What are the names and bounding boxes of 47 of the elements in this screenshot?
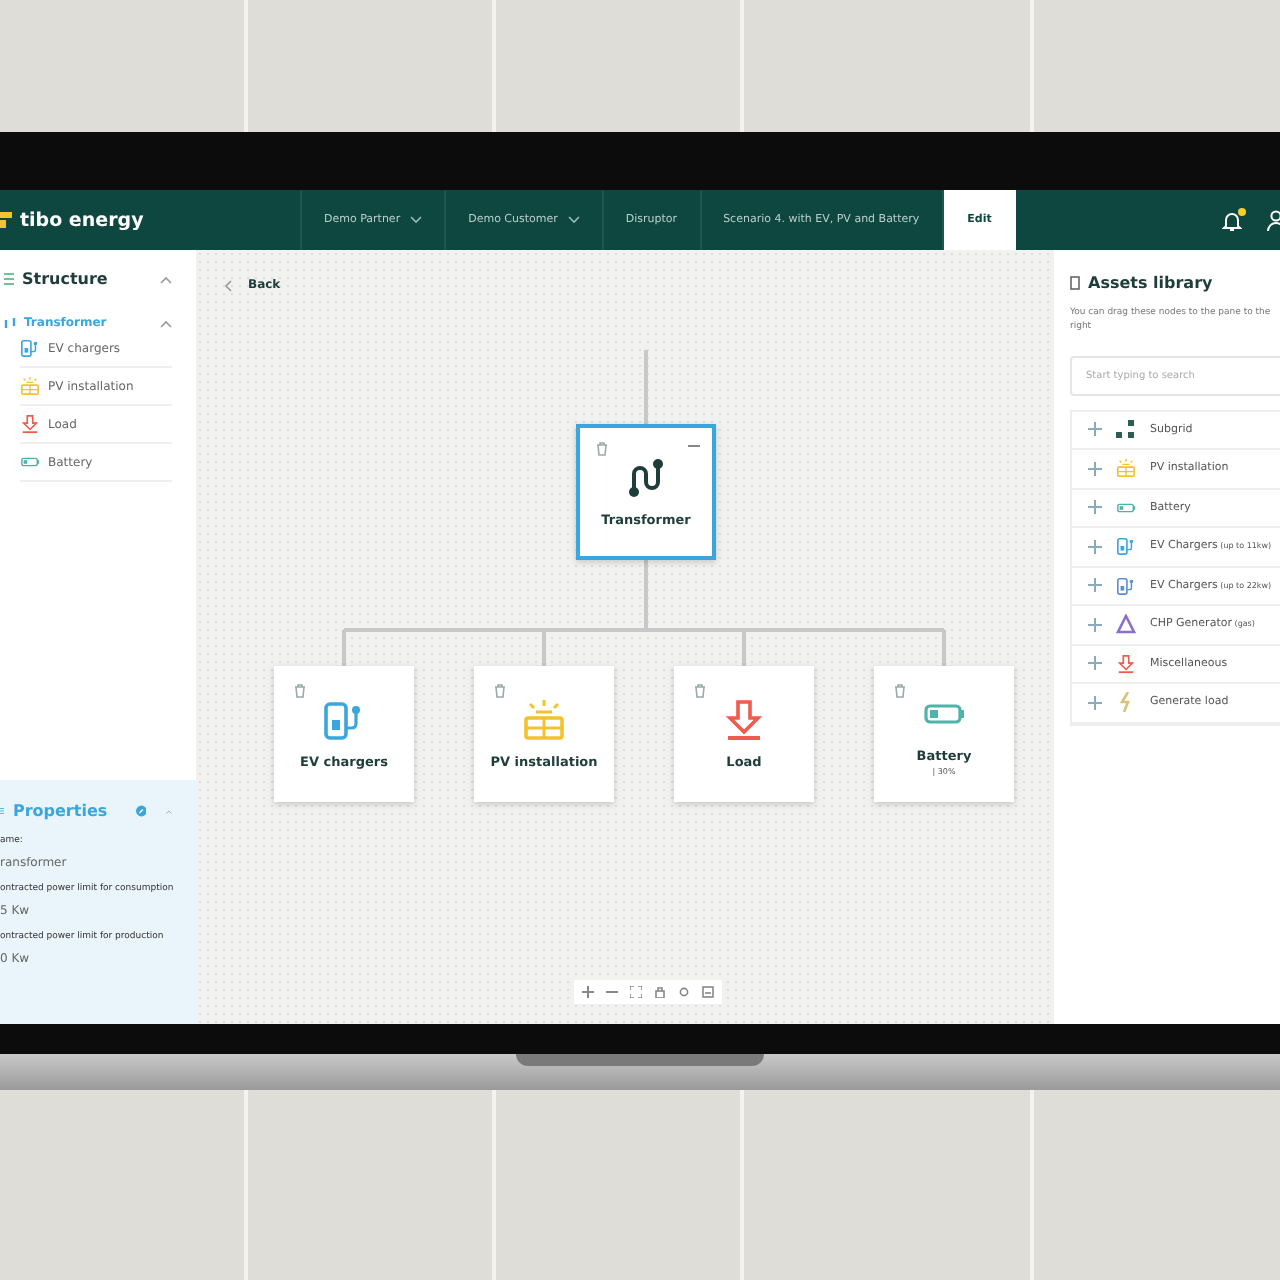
solar-panel-icon — [522, 698, 566, 742]
download-arrow-icon — [722, 698, 766, 742]
ev-charger-icon — [1116, 536, 1136, 557]
logo-icon — [0, 212, 12, 228]
solar-panel-icon — [1116, 458, 1136, 479]
minus-icon[interactable] — [688, 444, 700, 448]
edit-icon[interactable] — [135, 800, 147, 822]
drag-handle-icon[interactable] — [1088, 695, 1102, 710]
drag-handle-icon[interactable] — [1088, 461, 1102, 476]
save-icon[interactable] — [702, 986, 714, 998]
zoom-in-icon[interactable] — [582, 986, 594, 998]
section-title: Properties — [12, 802, 108, 820]
notification-bell-icon[interactable] — [1222, 209, 1242, 231]
trash-icon[interactable] — [894, 684, 906, 698]
connector-line — [644, 350, 648, 424]
solar-panel-icon — [20, 376, 40, 396]
lock-icon[interactable] — [654, 986, 666, 998]
caret-up-icon[interactable] — [160, 319, 172, 327]
back-chevron-icon[interactable] — [224, 279, 232, 291]
trash-icon[interactable] — [596, 442, 608, 456]
section-title: Structure — [22, 270, 108, 288]
download-arrow-icon — [20, 414, 40, 434]
fit-view-icon[interactable] — [630, 986, 642, 998]
drag-handle-icon[interactable] — [1088, 422, 1102, 437]
ev-charger-icon — [1116, 575, 1136, 596]
battery-icon — [20, 452, 40, 472]
ev-charger-icon — [20, 338, 40, 358]
drag-handle-icon[interactable] — [1088, 617, 1102, 632]
center-icon[interactable] — [678, 986, 690, 998]
trash-icon[interactable] — [694, 684, 706, 698]
download-arrow-icon — [1116, 653, 1136, 674]
section-title: Assets library — [1088, 274, 1213, 292]
trash-icon[interactable] — [494, 684, 506, 698]
zoom-out-icon[interactable] — [606, 986, 618, 998]
bolt-icon — [1116, 692, 1136, 713]
grid-nodes-icon — [1116, 419, 1136, 440]
ev-charger-icon — [322, 698, 366, 742]
drag-handle-icon[interactable] — [1088, 539, 1102, 554]
generator-icon — [1116, 614, 1136, 635]
drag-handle-icon[interactable] — [1088, 656, 1102, 671]
drag-handle-icon[interactable] — [1088, 578, 1102, 593]
caret-up-icon[interactable] — [160, 275, 172, 283]
trash-icon[interactable] — [294, 684, 306, 698]
drag-handle-icon[interactable] — [1088, 500, 1102, 515]
user-icon[interactable] — [1266, 209, 1280, 231]
logo-text: tibo energy — [20, 209, 144, 231]
structure-icon — [4, 272, 14, 286]
